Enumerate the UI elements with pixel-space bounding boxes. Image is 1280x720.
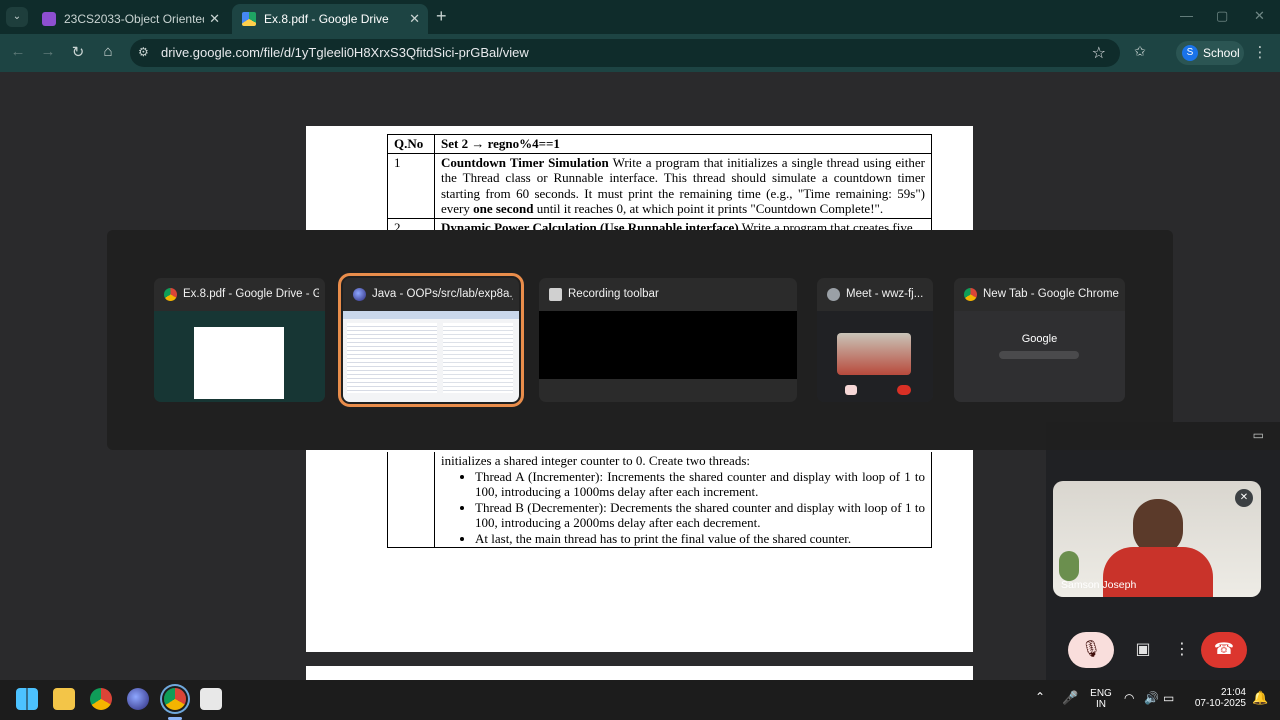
pdf-question-table-lower: initializes a shared integer counter to … [387,452,932,548]
clock-time: 21:04 [1220,687,1246,698]
toolbar: ← → ↻ ⌂ ⚙ drive.google.com/file/d/1yTgle… [0,34,1280,72]
tab-close-icon[interactable]: ✕ [209,4,220,34]
switcher-window-recording[interactable]: Recording toolbar [539,278,797,402]
google-logo: Google [1021,333,1058,345]
language-code: ENG [1090,688,1112,699]
windows-start-icon[interactable] [16,688,38,710]
site-info-icon[interactable]: ⚙ [138,45,149,59]
tab-oop-course[interactable]: 23CS2033-Object Oriented Prog ✕ [32,4,228,34]
window-title: Ex.8.pdf - Google Drive - G... [183,288,319,300]
file-explorer-icon[interactable] [53,688,75,710]
list-item: Thread B (Decrementer): Decrements the s… [475,500,925,531]
switcher-window-java[interactable]: Java - OOPs/src/lab/exp8a.j... [338,273,524,407]
tab-title: Ex.8.pdf - Google Drive [264,12,389,26]
volume-icon[interactable]: 🔊 [1144,691,1159,705]
clock[interactable]: 21:04 07-10-2025 [1184,687,1246,709]
window-preview [539,311,797,379]
bookmark-star-icon[interactable]: ☆ [1092,43,1106,63]
row3-intro: initializes a shared integer counter to … [441,453,750,468]
new-tab-button[interactable]: + [436,6,447,27]
chrome-school-taskbar-icon[interactable] [164,688,186,710]
menu-kebab-icon[interactable]: ⋮ [1250,43,1270,61]
minimize-button[interactable]: — [1180,8,1193,23]
window-preview [154,311,325,402]
classroom-icon [42,12,56,26]
window-title: Meet - wwz-fj... [846,288,924,300]
pip-header: ▭ [1046,422,1280,452]
battery-icon[interactable]: ▭ [1163,691,1174,705]
list-item: Thread A (Incrementer): Increments the s… [475,469,925,500]
participant-name: Samson Joseph [1061,579,1137,591]
clock-date: 07-10-2025 [1194,698,1246,709]
row1-body-b: until it reaches 0, at which point it pr… [533,201,884,216]
end-call-button[interactable]: ☎ [1201,632,1247,668]
muted-mic-icon: ✕ [1235,489,1253,507]
switcher-window-drive[interactable]: Ex.8.pdf - Google Drive - G... [154,278,325,402]
profile-avatar: S [1182,45,1198,61]
maximize-button[interactable]: ▢ [1216,8,1228,24]
wifi-icon[interactable]: ◠ [1124,691,1134,705]
region-code: IN [1096,699,1106,710]
window-title: New Tab - Google Chrome [983,288,1119,300]
home-icon[interactable]: ⌂ [98,43,118,60]
pdf-question-table: Q.No Set 2 → regno%4==1 1 Countdown Time… [387,134,932,237]
window-title: Java - OOPs/src/lab/exp8a.j... [372,288,513,300]
window-preview: Google [954,311,1125,402]
window-title: Recording toolbar [568,288,659,300]
switcher-window-newtab[interactable]: New Tab - Google Chrome Google [954,278,1125,402]
participant-tile: ✕ Samson Joseph [1053,481,1261,597]
back-arrow-icon[interactable]: ← [8,43,28,60]
extensions-icon[interactable]: ✩ [1130,43,1150,60]
chrome-taskbar-icon[interactable] [90,688,112,710]
tab-strip: ⌄ 23CS2033-Object Oriented Prog ✕ Ex.8.p… [0,0,1280,34]
window-preview [343,311,519,402]
reload-icon[interactable]: ↻ [68,43,88,61]
header-qno: Q.No [394,136,424,151]
more-options-icon[interactable]: ⋮ [1170,632,1194,668]
plant-decoration [1059,551,1079,581]
row1-title: Countdown Timer Simulation [441,154,609,170]
chrome-icon [964,288,977,301]
eclipse-taskbar-icon[interactable] [127,688,149,710]
pip-restore-icon[interactable]: ▭ [1253,428,1264,442]
show-hidden-icons-chevron-icon[interactable]: ⌃ [1035,690,1045,704]
forward-arrow-icon[interactable]: → [38,43,58,60]
close-window-button[interactable]: ✕ [1254,8,1265,24]
eclipse-icon [353,288,366,301]
window-switcher: Ex.8.pdf - Google Drive - G... Java - OO… [107,230,1173,450]
list-item: At last, the main thread has to print th… [475,531,925,547]
notifications-bell-icon[interactable]: 🔔 [1252,690,1268,706]
tab-title: 23CS2033-Object Oriented Prog [64,12,204,26]
window-preview [817,311,933,402]
tab-close-icon[interactable]: ✕ [409,4,420,34]
tab-search-chevron-icon[interactable]: ⌄ [6,7,28,27]
globe-icon [827,288,840,301]
omnibox[interactable]: ⚙ drive.google.com/file/d/1yTgleeli0H8Xr… [130,39,1120,67]
row1-text: Countdown Timer Simulation Write a progr… [434,152,932,219]
switcher-window-meet[interactable]: Meet - wwz-fj... [817,278,933,402]
header-set: Set 2 → regno%4==1 [441,136,560,151]
row1-bold: one second [473,201,534,216]
tab-ex8-drive[interactable]: Ex.8.pdf - Google Drive ✕ [232,4,428,34]
row3-bullets: Thread A (Incrementer): Increments the s… [441,469,925,547]
google-drive-icon [242,12,256,26]
language-indicator[interactable]: ENG IN [1088,688,1114,710]
profile-chip[interactable]: S School [1176,41,1244,65]
url-text[interactable]: drive.google.com/file/d/1yTgleeli0H8XrxS… [161,45,529,60]
chrome-icon [164,288,177,301]
row1-number: 1 [387,152,435,219]
recording-icon [549,288,562,301]
camera-button[interactable]: ▣ [1122,632,1164,668]
microphone-in-use-icon[interactable]: 🎤 [1062,690,1078,706]
mic-off-button[interactable]: 🎙 [1068,632,1114,668]
windows-taskbar: ⌃ 🎤 ENG IN ◠ 🔊 ▭ 21:04 07-10-2025 🔔 [0,680,1280,720]
profile-name: School [1203,46,1240,60]
snipping-tool-icon[interactable] [200,688,222,710]
